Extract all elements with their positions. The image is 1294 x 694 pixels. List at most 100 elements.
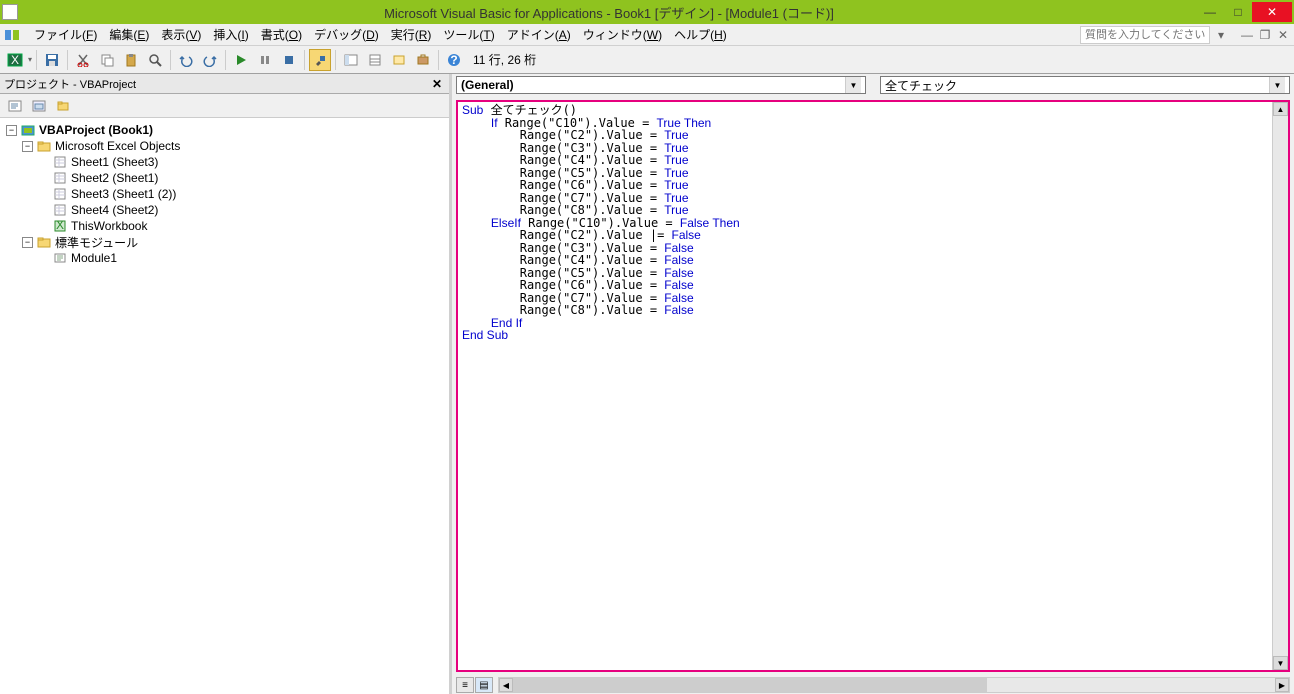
help-search-input[interactable] — [1080, 26, 1210, 44]
menu-view[interactable]: 表示(V) — [155, 24, 207, 45]
object-dropdown[interactable]: (General) ▼ — [456, 76, 866, 94]
scroll-right-button[interactable]: ▶ — [1275, 678, 1289, 692]
tree-modules-folder[interactable]: − 標準モジュール — [2, 234, 447, 250]
vertical-scrollbar[interactable]: ▲ ▼ — [1272, 102, 1288, 670]
module-icon — [52, 251, 68, 265]
tree-sheet-item[interactable]: Sheet1 (Sheet3) — [2, 154, 447, 170]
run-button[interactable] — [230, 49, 252, 71]
menu-help[interactable]: ヘルプ(H) — [668, 24, 733, 45]
spacer — [38, 205, 49, 216]
menu-edit[interactable]: 編集(E) — [103, 24, 155, 45]
sheet-icon — [52, 171, 68, 185]
tree-sheet-item[interactable]: Sheet2 (Sheet1) — [2, 170, 447, 186]
undo-button[interactable] — [175, 49, 197, 71]
menu-run[interactable]: 実行(R) — [385, 24, 438, 45]
project-tree[interactable]: − VBAProject (Book1) − Microsoft Excel O… — [0, 118, 449, 694]
dropdown-arrow-icon: ▼ — [845, 77, 861, 93]
expand-icon[interactable]: − — [22, 141, 33, 152]
project-explorer-title: プロジェクト - VBAProject — [4, 76, 429, 92]
break-button[interactable] — [254, 49, 276, 71]
menu-tools[interactable]: ツール(T) — [437, 24, 500, 45]
find-button[interactable] — [144, 49, 166, 71]
help-button[interactable]: ? — [443, 49, 465, 71]
mdi-minimize-button[interactable]: ― — [1240, 28, 1254, 42]
scroll-track[interactable] — [1273, 116, 1288, 656]
menu-file[interactable]: ファイル(F) — [28, 24, 103, 45]
scroll-left-button[interactable]: ◀ — [499, 678, 513, 692]
horizontal-scrollbar[interactable]: ◀ ▶ — [498, 677, 1290, 693]
mdi-close-button[interactable]: ✕ — [1276, 28, 1290, 42]
code-navigation-bar: (General) ▼ 全てチェック ▼ — [452, 74, 1294, 96]
vba-logo-icon — [4, 27, 22, 43]
project-explorer-toolbar — [0, 94, 449, 118]
toggle-folders-button[interactable] — [52, 95, 74, 117]
main-area: プロジェクト - VBAProject ✕ − VBAProject (Book… — [0, 74, 1294, 694]
vbaproject-icon — [20, 123, 36, 137]
minimize-button[interactable]: ― — [1196, 2, 1224, 22]
scroll-thumb[interactable] — [513, 678, 987, 692]
tree-item-label: Sheet3 (Sheet1 (2)) — [71, 187, 176, 201]
mdi-restore-button[interactable]: ❐ — [1258, 28, 1272, 42]
scroll-down-button[interactable]: ▼ — [1273, 656, 1288, 670]
project-explorer-panel: プロジェクト - VBAProject ✕ − VBAProject (Book… — [0, 74, 452, 694]
close-button[interactable]: ✕ — [1252, 2, 1292, 22]
tree-item-label: Sheet1 (Sheet3) — [71, 155, 158, 169]
tree-sheet-item[interactable]: Sheet4 (Sheet2) — [2, 202, 447, 218]
design-mode-button[interactable] — [309, 49, 331, 71]
reset-button[interactable] — [278, 49, 300, 71]
tree-sheet-item[interactable]: Sheet3 (Sheet1 (2)) — [2, 186, 447, 202]
maximize-button[interactable]: □ — [1224, 2, 1252, 22]
save-button[interactable] — [41, 49, 63, 71]
full-module-view-button[interactable]: ▤ — [475, 677, 493, 693]
svg-text:X: X — [11, 53, 19, 67]
cut-button[interactable] — [72, 49, 94, 71]
project-explorer-close-button[interactable]: ✕ — [429, 76, 445, 92]
tree-item-label: Sheet2 (Sheet1) — [71, 171, 158, 185]
help-dropdown-icon[interactable]: ▾ — [1214, 28, 1228, 42]
sheet-icon — [52, 187, 68, 201]
tree-folder-label: 標準モジュール — [55, 234, 138, 251]
app-icon — [2, 4, 18, 20]
tree-item-label: Sheet4 (Sheet2) — [71, 203, 158, 217]
window-titlebar: Microsoft Visual Basic for Applications … — [0, 0, 1294, 24]
menu-insert[interactable]: 挿入(I) — [207, 24, 254, 45]
object-dropdown-value: (General) — [461, 78, 845, 92]
menubar: ファイル(F) 編集(E) 表示(V) 挿入(I) 書式(O) デバッグ(D) … — [0, 24, 1294, 46]
code-editor[interactable]: Sub 全てチェック() If Range("C10").Value = Tru… — [458, 102, 1272, 670]
procedure-dropdown[interactable]: 全てチェック ▼ — [880, 76, 1290, 94]
copy-button[interactable] — [96, 49, 118, 71]
expand-icon[interactable]: − — [22, 237, 33, 248]
menu-format[interactable]: 書式(O) — [255, 24, 308, 45]
tree-workbook-item[interactable]: X ThisWorkbook — [2, 218, 447, 234]
spacer — [38, 189, 49, 200]
expand-icon[interactable]: − — [6, 125, 17, 136]
view-excel-button[interactable]: X — [4, 49, 26, 71]
folder-icon — [36, 235, 52, 249]
toolbox-button[interactable] — [412, 49, 434, 71]
menu-window[interactable]: ウィンドウ(W) — [577, 24, 668, 45]
spacer — [38, 157, 49, 168]
window-title: Microsoft Visual Basic for Applications … — [22, 3, 1196, 22]
dropdown-icon[interactable]: ▾ — [28, 55, 32, 64]
scroll-up-button[interactable]: ▲ — [1273, 102, 1288, 116]
menu-addins[interactable]: アドイン(A) — [501, 24, 577, 45]
procedure-view-button[interactable]: ≡ — [456, 677, 474, 693]
view-object-button[interactable] — [28, 95, 50, 117]
code-editor-container: Sub 全てチェック() If Range("C10").Value = Tru… — [456, 100, 1290, 672]
cursor-position-status: 11 行, 26 桁 — [473, 51, 536, 68]
redo-button[interactable] — [199, 49, 221, 71]
view-code-button[interactable] — [4, 95, 26, 117]
project-explorer-header: プロジェクト - VBAProject ✕ — [0, 74, 449, 94]
svg-text:X: X — [56, 220, 64, 232]
code-window: (General) ▼ 全てチェック ▼ Sub 全てチェック() If Ran… — [452, 74, 1294, 694]
object-browser-button[interactable] — [388, 49, 410, 71]
code-window-footer: ≡ ▤ ◀ ▶ — [452, 676, 1294, 694]
menu-debug[interactable]: デバッグ(D) — [308, 24, 385, 45]
project-explorer-button[interactable] — [340, 49, 362, 71]
paste-button[interactable] — [120, 49, 142, 71]
tree-root[interactable]: − VBAProject (Book1) — [2, 122, 447, 138]
folder-icon — [36, 139, 52, 153]
tree-excel-objects-folder[interactable]: − Microsoft Excel Objects — [2, 138, 447, 154]
tree-module-item[interactable]: Module1 — [2, 250, 447, 266]
properties-button[interactable] — [364, 49, 386, 71]
